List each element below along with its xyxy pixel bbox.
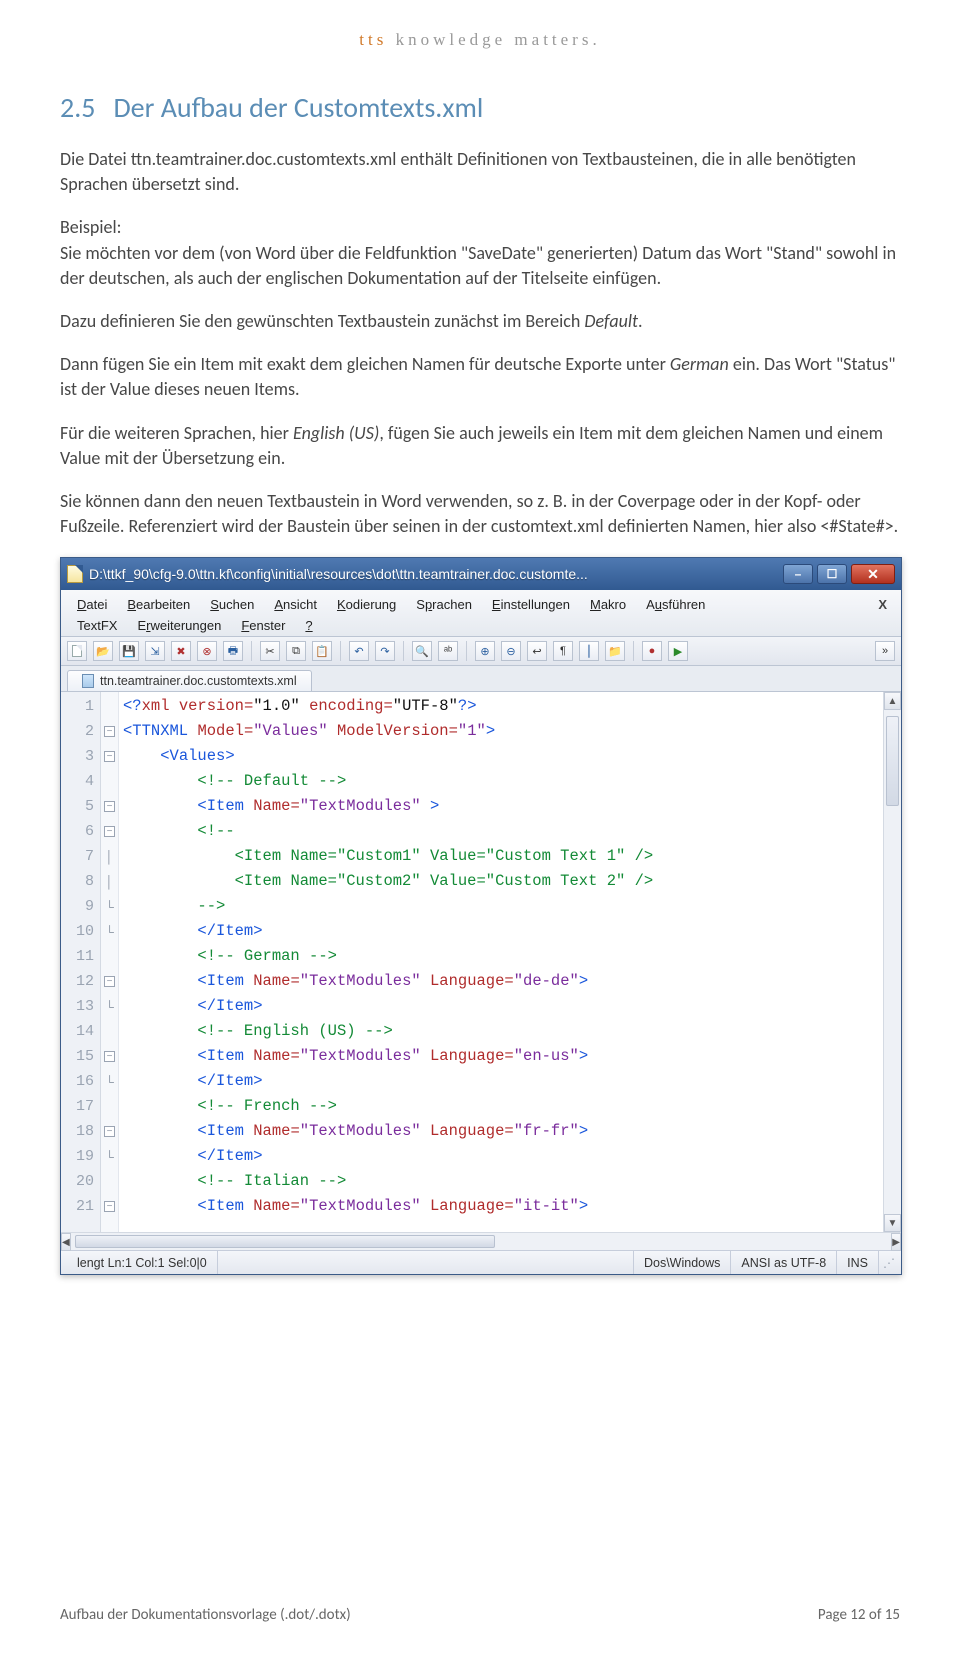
vertical-scrollbar[interactable]: ▲ ▼: [883, 692, 901, 1232]
section-heading: 2.5 Der Aufbau der Customtexts.xml: [60, 90, 900, 125]
scroll-right-icon[interactable]: ▶: [891, 1233, 901, 1251]
tb-closeall-icon[interactable]: ⊗: [197, 641, 217, 661]
tb-print-icon[interactable]: 🖶: [223, 641, 243, 661]
scroll-thumb-h[interactable]: [75, 1235, 495, 1248]
scroll-up-icon[interactable]: ▲: [884, 692, 901, 710]
brand-tts: tts: [359, 30, 387, 49]
footer-right: Page 12 of 15: [818, 1606, 900, 1624]
tab-bar: ttn.teamtrainer.doc.customtexts.xml: [61, 666, 901, 692]
code-content[interactable]: <?xml version="1.0" encoding="UTF-8"?><T…: [119, 692, 883, 1232]
window-buttons: – ☐ ✕: [783, 564, 895, 584]
menu-erweiterungen[interactable]: Erweiterungen: [127, 615, 231, 636]
tb-divider: [403, 641, 404, 661]
resize-grip-icon[interactable]: ⋰: [879, 1256, 895, 1270]
tb-divider: [633, 641, 634, 661]
tb-saveall-icon[interactable]: ⇲: [145, 641, 165, 661]
minimize-button[interactable]: –: [783, 564, 813, 584]
tb-chevron-icon[interactable]: »: [875, 641, 895, 661]
window-titlebar[interactable]: D:\ttkf_90\cfg-9.0\ttn.kf\config\initial…: [61, 558, 901, 590]
para-6: Sie können dann den neuen Textbaustein i…: [60, 489, 900, 539]
tb-divider: [251, 641, 252, 661]
para-4: Dann fügen Sie ein Item mit exakt dem gl…: [60, 352, 900, 402]
status-eol: Dos\Windows: [634, 1251, 731, 1274]
tb-save-icon[interactable]: 💾: [119, 641, 139, 661]
footer-left: Aufbau der Dokumentationsvorlage (.dot/.…: [60, 1606, 351, 1624]
menu-fenster[interactable]: Fenster: [231, 615, 295, 636]
tb-find-icon[interactable]: 🔍: [412, 641, 432, 661]
tb-close-icon[interactable]: ✖: [171, 641, 191, 661]
tb-zoomout-icon[interactable]: ⊖: [501, 641, 521, 661]
tb-folder-icon[interactable]: 📁: [605, 641, 625, 661]
close-button[interactable]: ✕: [851, 564, 895, 584]
editor-window: D:\ttkf_90\cfg-9.0\ttn.kf\config\initial…: [60, 557, 902, 1275]
tb-zoomin-icon[interactable]: ⊕: [475, 641, 495, 661]
file-icon: [82, 674, 94, 688]
scroll-left-icon[interactable]: ◀: [61, 1233, 71, 1251]
horizontal-scrollbar[interactable]: ◀ ▶: [61, 1232, 901, 1250]
status-position: lengt Ln:1 Col:1 Sel:0|0: [67, 1251, 218, 1274]
menu-bearbeiten[interactable]: Bearbeiten: [117, 594, 200, 615]
statusbar: lengt Ln:1 Col:1 Sel:0|0 Dos\Windows ANS…: [61, 1250, 901, 1274]
toolbar: 📂 💾 ⇲ ✖ ⊗ 🖶 ✂ ⧉ 📋 ↶ ↷ 🔍 ᵃᵇ ⊕ ⊖ ↩ ¶ ⎮ 📁 ●…: [61, 637, 901, 666]
para-2: Beispiel: Sie möchten vor dem (von Word …: [60, 215, 900, 291]
brand-header: tts knowledge matters.: [60, 30, 900, 50]
menu-einstellungen[interactable]: Einstellungen: [482, 594, 580, 615]
tab-label: ttn.teamtrainer.doc.customtexts.xml: [100, 674, 297, 688]
tb-wrap-icon[interactable]: ↩: [527, 641, 547, 661]
scroll-thumb[interactable]: [886, 716, 899, 806]
status-spacer: [218, 1251, 634, 1274]
section-title: Der Aufbau der Customtexts.xml: [113, 90, 483, 125]
menu-suchen[interactable]: Suchen: [200, 594, 264, 615]
scroll-down-icon[interactable]: ▼: [884, 1214, 901, 1232]
tb-play-icon[interactable]: ▶: [668, 641, 688, 661]
fold-gutter: −−−−││└└−└−└−└−: [101, 692, 119, 1232]
para-1: Die Datei ttn.teamtrainer.doc.customtext…: [60, 147, 900, 197]
maximize-button[interactable]: ☐: [817, 564, 847, 584]
menu-makro[interactable]: Makro: [580, 594, 636, 615]
window-title: D:\ttkf_90\cfg-9.0\ttn.kf\config\initial…: [89, 566, 777, 582]
editor-tab[interactable]: ttn.teamtrainer.doc.customtexts.xml: [67, 670, 312, 691]
scroll-track[interactable]: [884, 710, 901, 1214]
scroll-track-h[interactable]: [71, 1233, 892, 1250]
menubar: Datei Bearbeiten Suchen Ansicht Kodierun…: [61, 590, 901, 637]
brand-tag: knowledge matters.: [396, 30, 601, 49]
para-5: Für die weiteren Sprachen, hier English …: [60, 421, 900, 471]
tb-cut-icon[interactable]: ✂: [260, 641, 280, 661]
menu-ansicht[interactable]: Ansicht: [264, 594, 327, 615]
page-footer: Aufbau der Dokumentationsvorlage (.dot/.…: [60, 1606, 900, 1624]
menu-datei[interactable]: Datei: [67, 594, 117, 615]
menu-ausfuehren[interactable]: Ausführen: [636, 594, 715, 615]
tb-copy-icon[interactable]: ⧉: [286, 641, 306, 661]
menu-kodierung[interactable]: Kodierung: [327, 594, 406, 615]
tb-open-icon[interactable]: 📂: [93, 641, 113, 661]
tb-divider: [466, 641, 467, 661]
tb-replace-icon[interactable]: ᵃᵇ: [438, 641, 458, 661]
menubar-close[interactable]: X: [870, 595, 895, 614]
tb-undo-icon[interactable]: ↶: [349, 641, 369, 661]
status-insert: INS: [837, 1251, 879, 1274]
tb-record-icon[interactable]: ●: [642, 641, 662, 661]
line-gutter: 123456789101112131415161718192021: [61, 692, 101, 1232]
section-number: 2.5: [60, 90, 95, 125]
menu-help[interactable]: ?: [295, 615, 322, 636]
para-3: Dazu definieren Sie den gewünschten Text…: [60, 309, 900, 334]
tb-new-icon[interactable]: [67, 641, 87, 661]
tb-invisible-icon[interactable]: ¶: [553, 641, 573, 661]
tb-paste-icon[interactable]: 📋: [312, 641, 332, 661]
tb-indentguide-icon[interactable]: ⎮: [579, 641, 599, 661]
editor-area: 123456789101112131415161718192021 −−−−││…: [61, 692, 901, 1232]
document-icon: [67, 565, 83, 583]
tb-divider: [340, 641, 341, 661]
tb-redo-icon[interactable]: ↷: [375, 641, 395, 661]
menu-textfx[interactable]: TextFX: [67, 615, 127, 636]
menu-sprachen[interactable]: Sprachen: [406, 594, 482, 615]
status-encoding: ANSI as UTF-8: [731, 1251, 837, 1274]
